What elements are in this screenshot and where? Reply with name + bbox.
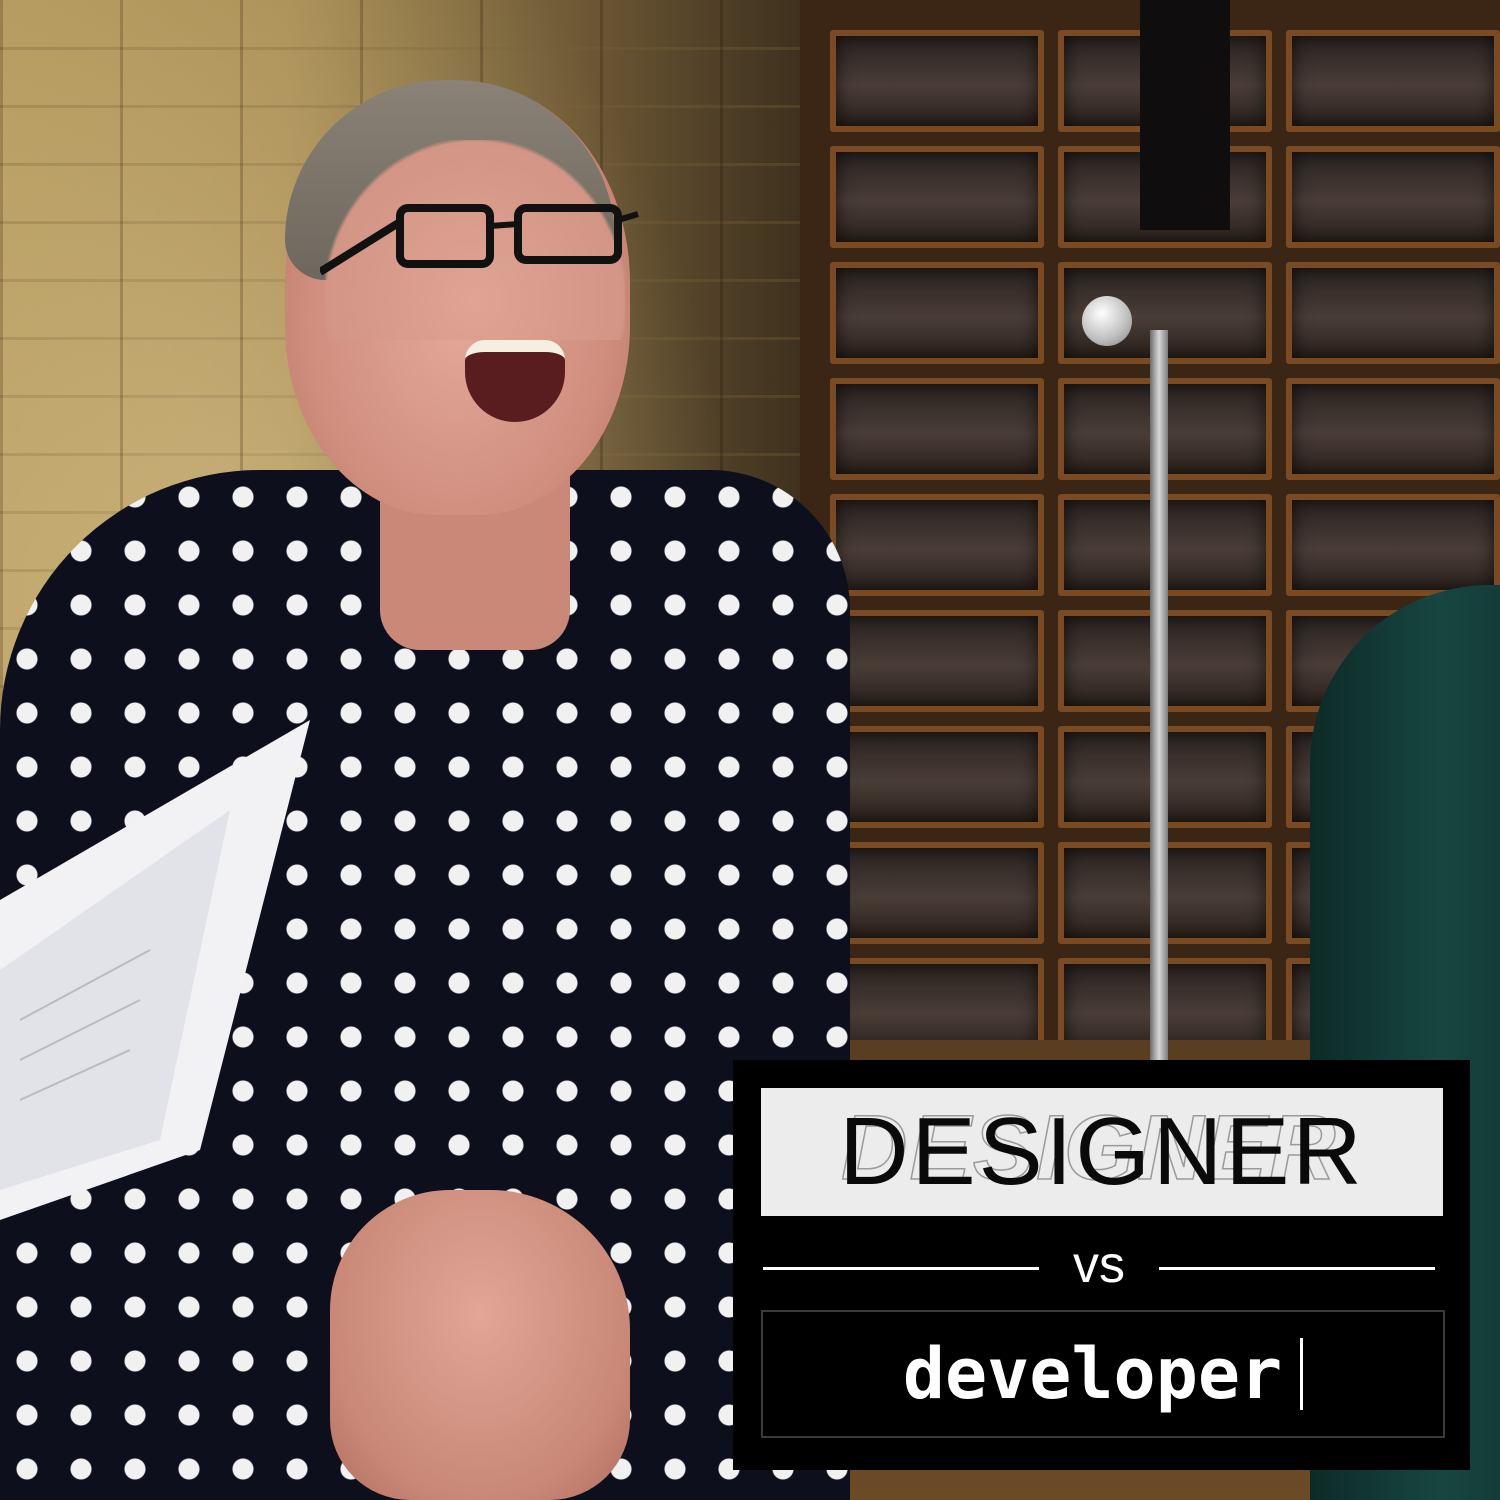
drawer xyxy=(1286,146,1500,248)
text-cursor-icon xyxy=(1300,1338,1304,1410)
drawer xyxy=(830,726,1044,828)
light-stand-pole xyxy=(1150,330,1168,1090)
clasped-hands xyxy=(330,1190,630,1500)
drawer xyxy=(1286,262,1500,364)
light-stand-knob xyxy=(1082,296,1132,346)
drawer xyxy=(1286,30,1500,132)
drawer xyxy=(1286,494,1500,596)
drawer xyxy=(830,494,1044,596)
drawer xyxy=(830,842,1044,944)
vs-line-left xyxy=(763,1266,1039,1270)
designer-label: DESIGNER xyxy=(839,1098,1365,1205)
title-card: DESIGNER DESIGNER vs developer xyxy=(733,1060,1470,1470)
light-stand-top xyxy=(1140,0,1230,230)
drawer xyxy=(1286,378,1500,480)
vs-line-right xyxy=(1159,1266,1435,1270)
drawer xyxy=(830,610,1044,712)
drawer xyxy=(830,262,1044,364)
drawer xyxy=(830,146,1044,248)
paper-sheets-icon xyxy=(0,720,310,1220)
drawer xyxy=(830,30,1044,132)
vs-label: vs xyxy=(1073,1236,1125,1294)
vs-divider: vs xyxy=(763,1238,1435,1298)
designer-label-box: DESIGNER DESIGNER xyxy=(761,1088,1443,1216)
glasses-icon xyxy=(320,204,639,276)
developer-label: developer xyxy=(902,1333,1283,1415)
drawer xyxy=(830,378,1044,480)
developer-label-box: developer xyxy=(761,1310,1445,1438)
